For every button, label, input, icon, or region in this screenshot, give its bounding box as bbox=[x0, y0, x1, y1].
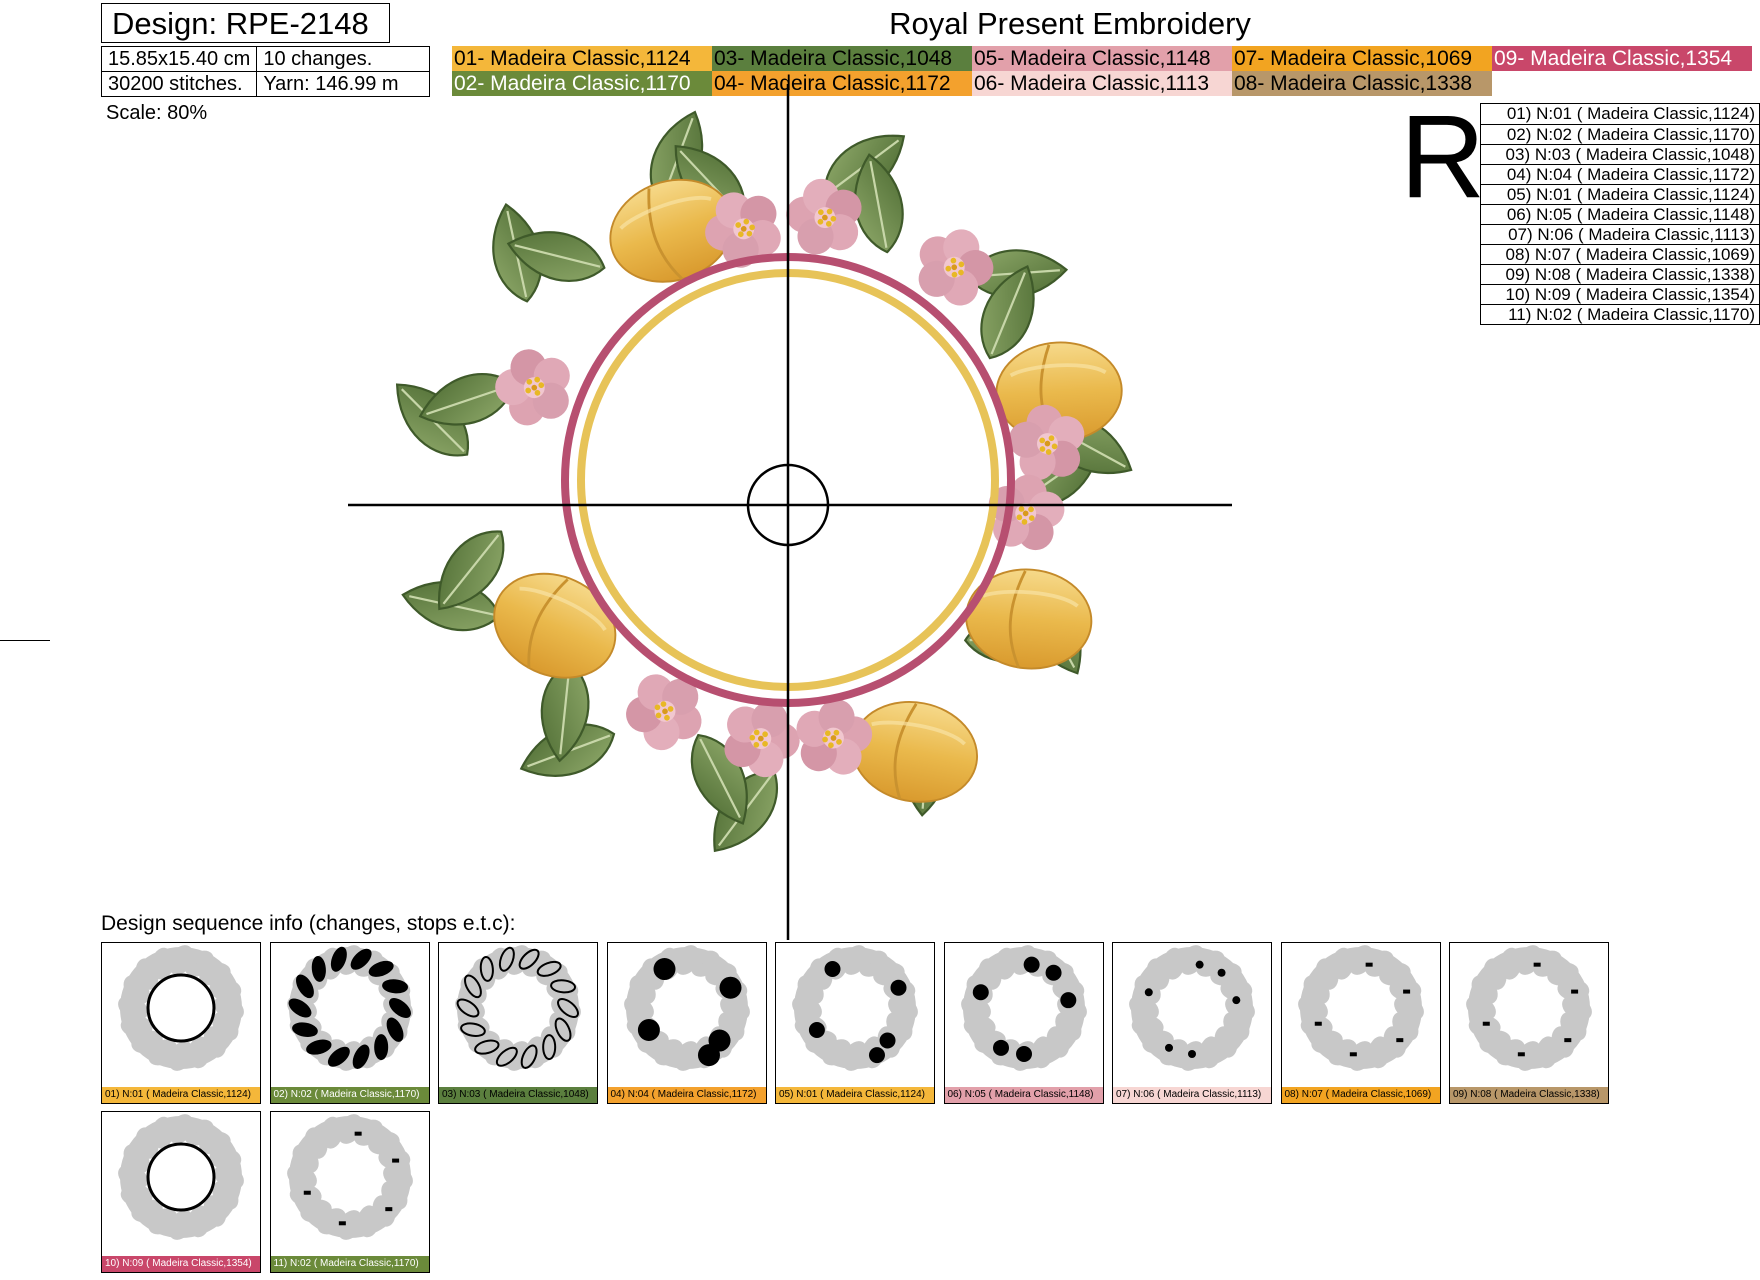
palette-swatch: 03- Madeira Classic,1048 bbox=[712, 46, 972, 71]
palette-swatch bbox=[1492, 71, 1752, 96]
sequence-thumbnail: 06) N:05 ( Madeira Classic,1148) bbox=[943, 942, 1104, 1104]
palette-swatch: 09- Madeira Classic,1354 bbox=[1492, 46, 1752, 71]
thumbnail-caption: 07) N:06 ( Madeira Classic,1113) bbox=[1113, 1087, 1271, 1103]
thumbnail-caption: 09) N:08 ( Madeira Classic,1338) bbox=[1450, 1087, 1608, 1103]
thumbnail-caption: 11) N:02 ( Madeira Classic,1170) bbox=[270, 1256, 429, 1272]
palette-swatch: 05- Madeira Classic,1148 bbox=[972, 46, 1232, 71]
design-id: Design: RPE-2148 bbox=[101, 3, 390, 43]
sequence-thumbnail: 01) N:01 ( Madeira Classic,1124) bbox=[101, 942, 261, 1104]
thumbnail-caption: 08) N:07 ( Madeira Classic,1069) bbox=[1281, 1087, 1440, 1103]
thumbnail-caption: 03) N:03 ( Madeira Classic,1048) bbox=[439, 1087, 597, 1103]
sequence-thumbnail: 04) N:04 ( Madeira Classic,1172) bbox=[606, 942, 767, 1104]
sequence-list-item: 05) N:01 ( Madeira Classic,1124) bbox=[1481, 184, 1759, 204]
palette-swatch: 01- Madeira Classic,1124 bbox=[452, 46, 712, 71]
monogram-letter: R bbox=[1400, 91, 1486, 223]
sequence-thumbnail: 10) N:09 ( Madeira Classic,1354) bbox=[101, 1111, 261, 1273]
sequence-thumbnail: 02) N:02 ( Madeira Classic,1170) bbox=[269, 942, 430, 1104]
sequence-list-item: 06) N:05 ( Madeira Classic,1148) bbox=[1481, 204, 1759, 224]
design-size: 15.85x15.40 cm bbox=[100, 46, 258, 72]
embroidery-preview bbox=[348, 84, 1232, 940]
sequence-list-item: 03) N:03 ( Madeira Classic,1048) bbox=[1481, 144, 1759, 164]
sequence-thumbnail: 03) N:03 ( Madeira Classic,1048) bbox=[438, 942, 598, 1104]
page-title: Royal Present Embroidery bbox=[889, 6, 1251, 41]
palette-swatch: 07- Madeira Classic,1069 bbox=[1232, 46, 1492, 71]
sequence-list-item: 10) N:09 ( Madeira Classic,1354) bbox=[1481, 284, 1759, 304]
sequence-thumbnail: 05) N:01 ( Madeira Classic,1124) bbox=[775, 942, 935, 1104]
sequence-list-item: 01) N:01 ( Madeira Classic,1124) bbox=[1506, 104, 1755, 123]
thumbnail-caption: 04) N:04 ( Madeira Classic,1172) bbox=[607, 1087, 766, 1103]
edge-mark bbox=[0, 640, 50, 641]
sequence-list-item: 08) N:07 ( Madeira Classic,1069) bbox=[1481, 244, 1759, 264]
thumbnail-caption: 02) N:02 ( Madeira Classic,1170) bbox=[270, 1087, 429, 1103]
sequence-thumbnail: 11) N:02 ( Madeira Classic,1170) bbox=[269, 1111, 430, 1273]
thumbnail-caption: 05) N:01 ( Madeira Classic,1124) bbox=[776, 1087, 934, 1103]
stitch-count: 30200 stitches. bbox=[100, 71, 258, 97]
sequence-list-item: 09) N:08 ( Madeira Classic,1338) bbox=[1481, 264, 1759, 284]
sequence-thumbnail: 09) N:08 ( Madeira Classic,1338) bbox=[1449, 942, 1609, 1104]
sequence-list-item: 07) N:06 ( Madeira Classic,1113) bbox=[1481, 224, 1759, 244]
sequence-list-item: 02) N:02 ( Madeira Classic,1170) bbox=[1481, 124, 1759, 144]
sequence-thumbnail: 08) N:07 ( Madeira Classic,1069) bbox=[1280, 942, 1441, 1104]
scale-label: Scale: 80% bbox=[106, 102, 208, 124]
thumbnail-caption: 01) N:01 ( Madeira Classic,1124) bbox=[102, 1087, 260, 1103]
color-changes: 10 changes. bbox=[256, 46, 431, 72]
sequence-thumbnail: 07) N:06 ( Madeira Classic,1113) bbox=[1112, 942, 1272, 1104]
sequence-list-item: 11) N:02 ( Madeira Classic,1170) bbox=[1481, 304, 1759, 324]
thumbnail-caption: 06) N:05 ( Madeira Classic,1148) bbox=[944, 1087, 1103, 1103]
sequence-list-item: 04) N:04 ( Madeira Classic,1172) bbox=[1481, 164, 1759, 184]
color-sequence-list: 01) N:01 ( Madeira Classic,1124) 02) N:02… bbox=[1480, 103, 1760, 325]
thumbnail-caption: 10) N:09 ( Madeira Classic,1354) bbox=[102, 1256, 260, 1272]
sequence-title: Design sequence info (changes, stops e.t… bbox=[101, 912, 516, 935]
